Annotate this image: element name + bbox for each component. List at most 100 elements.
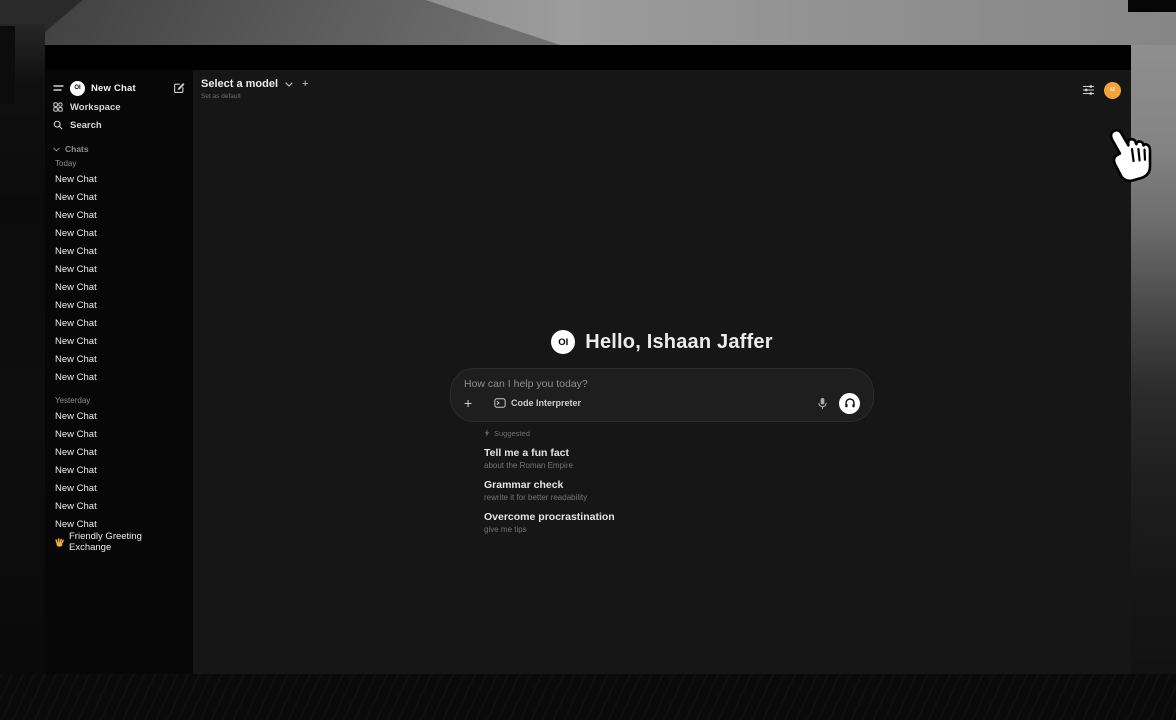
suggested-list: Tell me a fun fact about the Roman Empir… — [484, 447, 874, 534]
wallpaper-triangle — [0, 0, 560, 45]
app-logo-large: OI — [551, 330, 575, 354]
wallpaper-top-right-strip — [1128, 0, 1176, 12]
attach-plus-button[interactable]: + — [464, 396, 480, 410]
chat-item-label: New Chat — [55, 210, 97, 221]
chat-list-item[interactable]: New Chat — [53, 296, 185, 314]
microphone-icon[interactable] — [817, 397, 828, 410]
chat-input-box[interactable]: How can I help you today? + Code Interpr… — [450, 368, 874, 422]
chat-list-item[interactable]: New Chat — [53, 278, 185, 296]
wallpaper-top — [0, 0, 1176, 45]
chat-group-label-today: Today — [53, 156, 185, 170]
bolt-icon — [484, 429, 490, 437]
chat-item-label: Friendly Greeting Exchange — [69, 531, 185, 553]
sidebar-item-search[interactable]: Search — [53, 116, 185, 134]
model-chevron-icon[interactable] — [285, 82, 293, 87]
chat-list-item[interactable]: New Chat — [53, 224, 185, 242]
new-chat-icon[interactable] — [173, 82, 185, 94]
user-avatar[interactable]: IJ — [1104, 82, 1121, 99]
chat-item-label: New Chat — [55, 483, 97, 494]
chat-list-yesterday: New Chat New Chat New Chat New Chat New Chat… — [53, 407, 185, 533]
chat-item-label: New Chat — [55, 501, 97, 512]
chat-item-label: New Chat — [55, 318, 97, 329]
chat-list-item-friendly-greeting[interactable]: Friendly Greeting Exchange — [53, 533, 185, 551]
chat-item-label: New Chat — [55, 372, 97, 383]
suggested-prompt[interactable]: Grammar check rewrite it for better read… — [484, 479, 874, 502]
code-interpreter-label: Code Interpreter — [511, 398, 581, 408]
chat-list-item[interactable]: New Chat — [53, 425, 185, 443]
chat-list-item[interactable]: New Chat — [53, 260, 185, 278]
chat-item-label: New Chat — [55, 300, 97, 311]
chat-item-label: New Chat — [55, 192, 97, 203]
chat-list-item[interactable]: New Chat — [53, 350, 185, 368]
chat-list-item[interactable]: New Chat — [53, 368, 185, 386]
chat-list-item[interactable]: New Chat — [53, 314, 185, 332]
sidebar-item-workspace[interactable]: Workspace — [53, 98, 185, 116]
chats-section-label: Chats — [65, 144, 89, 154]
suggested-prompt-subtitle: give me tips — [484, 525, 874, 534]
chat-item-label: New Chat — [55, 246, 97, 257]
suggested-prompt[interactable]: Overcome procrastination give me tips — [484, 511, 874, 534]
add-model-button[interactable]: + — [302, 78, 308, 90]
suggested-prompt-title: Tell me a fun fact — [484, 447, 874, 459]
app-logo: OI — [70, 81, 85, 96]
chat-list-item[interactable]: New Chat — [53, 407, 185, 425]
chat-item-label: New Chat — [55, 411, 97, 422]
chat-item-label: New Chat — [55, 354, 97, 365]
app-window: OI New Chat Workspace — [45, 45, 1131, 674]
search-label: Search — [70, 120, 102, 131]
search-icon — [53, 120, 63, 130]
chat-item-label: New Chat — [55, 264, 97, 275]
chat-item-label: New Chat — [55, 519, 97, 530]
screen: OI New Chat Workspace — [0, 0, 1176, 720]
greeting-text: Hello, Ishaan Jaffer — [585, 331, 772, 354]
suggested-prompt-title: Overcome procrastination — [484, 511, 874, 523]
chat-item-label: New Chat — [55, 447, 97, 458]
chat-list-item[interactable]: New Chat — [53, 443, 185, 461]
chat-list-item[interactable]: New Chat — [53, 497, 185, 515]
chats-section-toggle[interactable]: Chats — [53, 142, 185, 156]
chat-list-item[interactable]: New Chat — [53, 206, 185, 224]
wallpaper-left — [0, 24, 45, 720]
chat-list-today: New Chat New Chat New Chat New Chat New Chat… — [53, 170, 185, 386]
wallpaper-bottom — [0, 674, 1176, 720]
suggested-prompt-subtitle: rewrite it for better readability — [484, 493, 874, 502]
window-titlebar — [45, 45, 1131, 70]
voice-call-button[interactable] — [839, 393, 860, 414]
suggested-prompt[interactable]: Tell me a fun fact about the Roman Empir… — [484, 447, 874, 470]
suggested-prompt-title: Grammar check — [484, 479, 874, 491]
chat-list-item[interactable]: New Chat — [53, 188, 185, 206]
chat-list-item[interactable]: New Chat — [53, 479, 185, 497]
workspace-label: Workspace — [70, 102, 121, 113]
chat-item-label: New Chat — [55, 174, 97, 185]
set-as-default-button[interactable]: Set as default — [201, 93, 308, 100]
sidebar-toggle-icon[interactable] — [53, 84, 64, 92]
greeting-row: OI Hello, Ishaan Jaffer — [450, 329, 874, 355]
chat-item-label: New Chat — [55, 282, 97, 293]
code-interpreter-toggle[interactable]: Code Interpreter — [494, 398, 581, 408]
model-selector-block: Select a model + Set as default — [201, 78, 308, 100]
sidebar: OI New Chat Workspace — [45, 70, 193, 674]
model-selector[interactable]: Select a model — [201, 78, 278, 90]
suggested-section: Suggested Tell me a fun fact about the R… — [450, 428, 874, 534]
chevron-down-icon — [53, 147, 60, 152]
chat-group-label-yesterday: Yesterday — [53, 393, 185, 407]
headphones-icon — [844, 397, 856, 409]
controls-sliders-icon[interactable] — [1082, 84, 1095, 96]
suggested-label: Suggested — [494, 429, 530, 438]
chat-item-label: New Chat — [55, 429, 97, 440]
chat-item-label: New Chat — [55, 228, 97, 239]
chat-list-item[interactable]: New Chat — [53, 461, 185, 479]
main-area: Select a model + Set as default IJ — [193, 70, 1131, 674]
workspace-grid-icon — [53, 102, 63, 112]
chat-list-item[interactable]: New Chat — [53, 242, 185, 260]
chat-list-item[interactable]: New Chat — [53, 332, 185, 350]
wallpaper-left-shape — [0, 26, 15, 104]
wave-emoji-icon — [55, 537, 65, 547]
chat-item-label: New Chat — [55, 465, 97, 476]
sidebar-title: New Chat — [91, 83, 136, 94]
suggested-prompt-subtitle: about the Roman Empire — [484, 461, 874, 470]
chat-list-item[interactable]: New Chat — [53, 170, 185, 188]
wallpaper-right — [1131, 45, 1176, 674]
chat-item-label: New Chat — [55, 336, 97, 347]
chat-input-placeholder: How can I help you today? — [464, 378, 860, 390]
